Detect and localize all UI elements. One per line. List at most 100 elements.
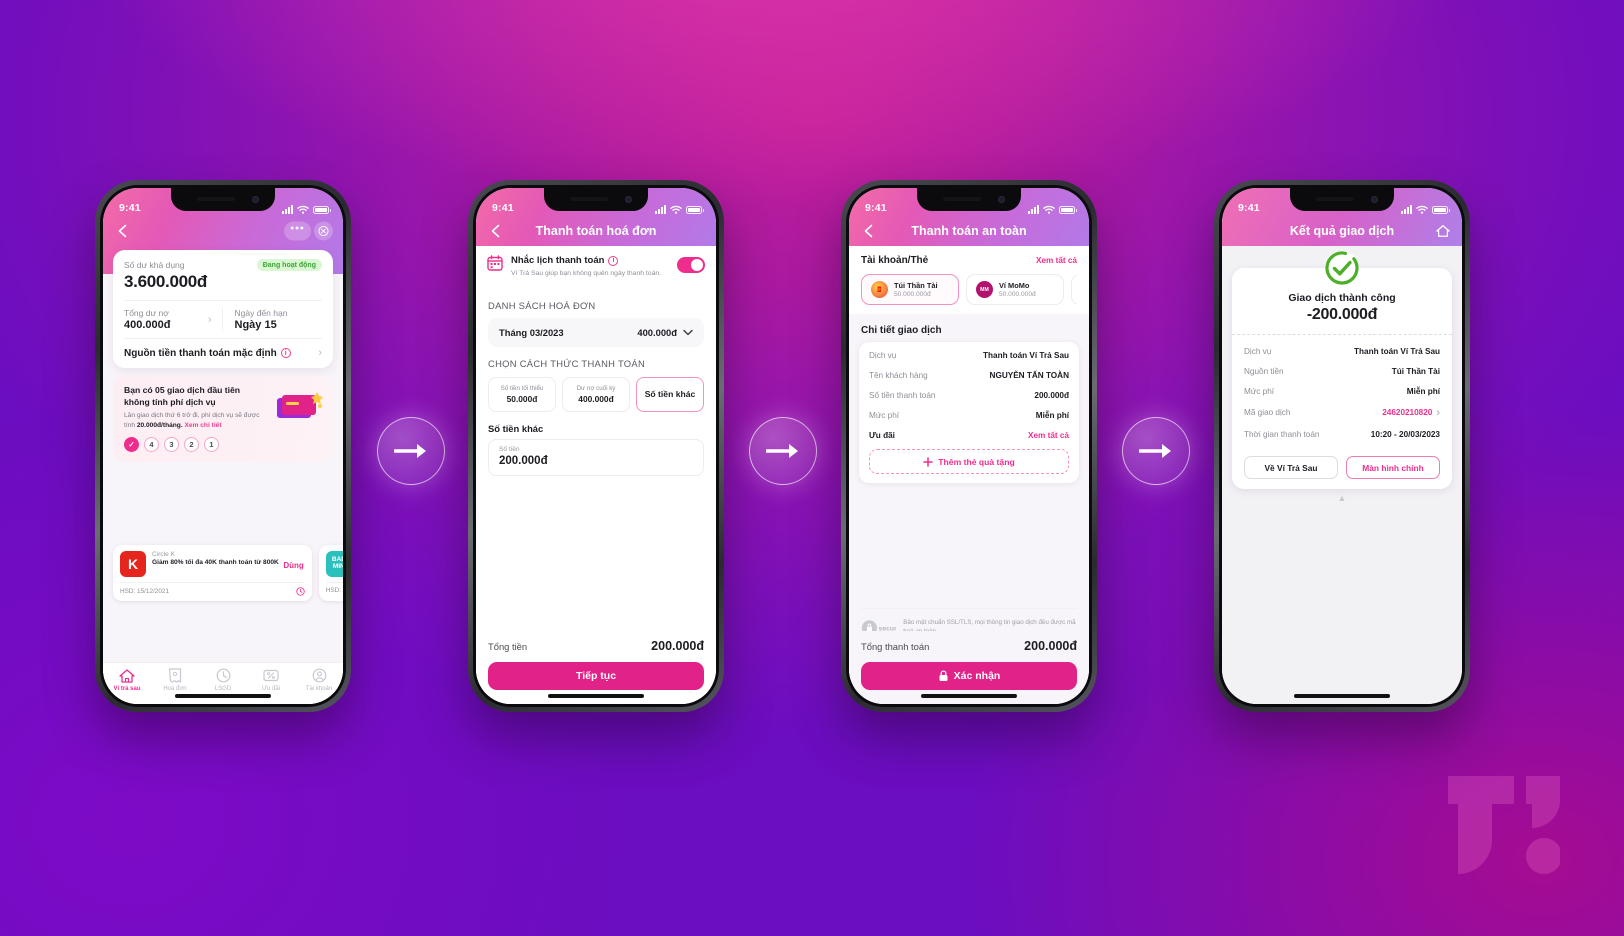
promo-key: Ưu đãi — [869, 430, 895, 440]
payment-method-options: Số tiền tối thiểu 50.000đ Dư nợ cuối kỳ … — [488, 376, 704, 412]
info-icon[interactable]: i — [280, 348, 291, 358]
home-icon — [103, 667, 151, 684]
info-icon[interactable]: i — [608, 255, 619, 266]
phone2-content: Nhắc lịch thanh toán i Ví Trả Sau giúp b… — [476, 246, 716, 704]
battery-icon — [686, 205, 704, 214]
back-icon[interactable] — [488, 223, 504, 239]
default-payment-source-row[interactable]: Nguồn tiền thanh toán mặc định i › — [124, 338, 322, 368]
total-debt-row[interactable]: Tổng dư nợ 400.000đ › — [124, 308, 223, 331]
plus-icon — [923, 456, 934, 467]
tab-lsgd[interactable]: LSGD — [199, 667, 247, 704]
add-gift-card-button[interactable]: Thêm thẻ quà tặng — [869, 449, 1069, 474]
clock-info-icon — [296, 587, 305, 596]
total-debt-value: 400.000đ — [124, 319, 171, 331]
battery-icon — [1059, 205, 1077, 214]
tab-tai-khoan[interactable]: Tài khoản — [295, 667, 343, 704]
home-icon[interactable] — [1436, 224, 1450, 238]
detail-row: Dịch vụ Thanh toán Ví Trả Sau — [1244, 341, 1440, 361]
detail-row: Mức phí Miễn phí — [1244, 381, 1440, 401]
detail-value: Túi Thần Tài — [1391, 366, 1440, 376]
option-minimum-amount[interactable]: Số tiền tối thiểu 50.000đ — [488, 376, 556, 412]
status-time: 9:41 — [119, 202, 141, 214]
gift-card[interactable]: BAEMIN Baemin Giảm 80% thanh toán HSD: 1… — [318, 545, 343, 602]
status-time: 9:41 — [1238, 202, 1260, 214]
detail-row: Nguồn tiền Túi Thần Tài — [1244, 361, 1440, 381]
account-balance: 50.000.000đ — [894, 291, 931, 298]
tab-uu-dai[interactable]: Ưu đãi — [247, 667, 295, 704]
phone-4-result: 9:41 Kết quả giao dịch Giao dịch thành c… — [1214, 180, 1470, 712]
wifi-icon — [670, 205, 682, 214]
tab-label: Hoá đơn — [163, 686, 187, 692]
confirm-button[interactable]: Xác nhận — [861, 662, 1077, 690]
payment-method-section-title: CHỌN CÁCH THỨC THANH TOÁN — [488, 357, 646, 369]
home-screen-button[interactable]: Màn hình chính — [1346, 456, 1440, 479]
lucky-pouch-icon: 🧧 — [871, 281, 888, 298]
chevron-down-icon — [683, 329, 693, 335]
close-button[interactable] — [314, 221, 333, 241]
default-source-label: Nguồn tiền thanh toán mặc định — [124, 347, 277, 359]
account-list[interactable]: 🧧 Túi Thần Tài 50.000.000đ MM Ví MoMo 50… — [861, 274, 1077, 305]
detail-key: Dịch vụ — [869, 350, 897, 360]
signal-icon — [655, 205, 666, 214]
promo-desc: Lần giao dịch thứ 6 trở đi, phí dịch vụ … — [124, 411, 271, 430]
detail-row: Thời gian thanh toán 10:20 - 20/03/2023 — [1244, 424, 1440, 444]
promo-step: 4 — [144, 437, 159, 453]
gift-expiry: HSD: 15/12/2021 — [325, 587, 343, 595]
add-gift-label: Thêm thẻ quà tặng — [938, 456, 1015, 467]
account-section: Tài khoản/Thẻ Xem tất cả 🧧 Túi Thần Tài … — [849, 246, 1089, 314]
tab-label: Ưu đãi — [261, 686, 281, 692]
back-to-wallet-button[interactable]: Về Ví Trả Sau — [1244, 456, 1338, 479]
gift-use-button[interactable]: Dùng — [283, 561, 303, 570]
account-tui-than-tai[interactable]: 🧧 Túi Thần Tài 50.000.000đ — [861, 274, 959, 305]
detail-key: Số tiền thanh toán — [869, 390, 936, 400]
back-icon[interactable] — [115, 223, 131, 239]
promo-step: ✓ — [124, 437, 139, 453]
confirm-label: Xác nhận — [953, 670, 1001, 682]
gift-desc: Giảm 80% tối đa 40K thanh toán từ 800K — [152, 559, 279, 567]
detail-value: NGUYỄN TẤN TOÀN — [989, 370, 1069, 380]
gift-card[interactable]: K Circle K Giảm 80% tối đa 40K thanh toá… — [113, 545, 312, 602]
option-value: 50.000đ — [506, 393, 538, 404]
back-icon[interactable] — [861, 223, 877, 239]
option-value: Số tiền khác — [644, 389, 696, 400]
promo-step: 3 — [164, 437, 179, 453]
account-vcb[interactable]: VCB VCB — [1071, 274, 1077, 305]
amount-input[interactable]: Số tiền 200.000đ — [488, 438, 704, 476]
option-other-amount[interactable]: Số tiền khác — [636, 376, 704, 412]
bill-list-section-title: DANH SÁCH HOÁ ĐƠN — [488, 299, 596, 311]
collapse-caret-icon[interactable]: ▲ — [1338, 493, 1347, 503]
page-title: Kết quả giao dịch — [1289, 224, 1395, 238]
promo-detail-link[interactable]: Xem chi tiết — [185, 422, 222, 429]
phone-notch — [1290, 188, 1394, 211]
tab-vi-tra-sau[interactable]: Ví trả sau — [103, 667, 151, 704]
see-all-promos-link[interactable]: Xem tất cả — [1028, 431, 1069, 440]
total-label: Tổng thanh toán — [861, 640, 930, 652]
battery-icon — [1432, 205, 1450, 214]
chevron-right-icon: › — [318, 347, 322, 359]
due-date-value: Ngày 15 — [234, 319, 277, 331]
option-full-balance[interactable]: Dư nợ cuối kỳ 400.000đ — [562, 376, 630, 412]
voucher-percent-icon — [247, 667, 295, 684]
promo-row: Ưu đãi Xem tất cả — [869, 425, 1069, 445]
phone4-content: Giao dịch thành công -200.000đ Dịch vụ T… — [1222, 246, 1462, 704]
more-options-button[interactable]: ••• — [284, 221, 311, 241]
signal-icon — [1028, 205, 1039, 214]
bill-period: Tháng 03/2023 — [499, 326, 564, 338]
see-all-accounts-link[interactable]: Xem tất cả — [1036, 256, 1077, 265]
account-balance: 50.000.000đ — [999, 291, 1036, 298]
balance-label: Số dư khả dụng — [124, 260, 185, 270]
success-check-icon — [1325, 251, 1359, 285]
option-label: Số tiền tối thiểu — [500, 384, 544, 392]
gifts-list[interactable]: K Circle K Giảm 80% tối đa 40K thanh toá… — [113, 545, 343, 602]
reminder-toggle[interactable] — [677, 257, 705, 273]
reminder-title: Nhắc lịch thanh toán — [511, 255, 605, 266]
bill-period-row[interactable]: Tháng 03/2023 400.000đ — [488, 317, 704, 347]
account-vi-momo[interactable]: MM Ví MoMo 50.000.000đ — [966, 274, 1064, 305]
continue-button[interactable]: Tiếp tục — [488, 662, 704, 690]
detail-key: Mã giao dịch — [1244, 408, 1291, 417]
tab-label: Tài khoản — [305, 686, 333, 692]
detail-row-transaction-id[interactable]: Mã giao dịch 24620210820 › — [1244, 401, 1440, 424]
phone-notch — [917, 188, 1021, 211]
tab-hoa-don[interactable]: Hoá đơn — [151, 667, 199, 704]
battery-icon — [313, 205, 331, 214]
